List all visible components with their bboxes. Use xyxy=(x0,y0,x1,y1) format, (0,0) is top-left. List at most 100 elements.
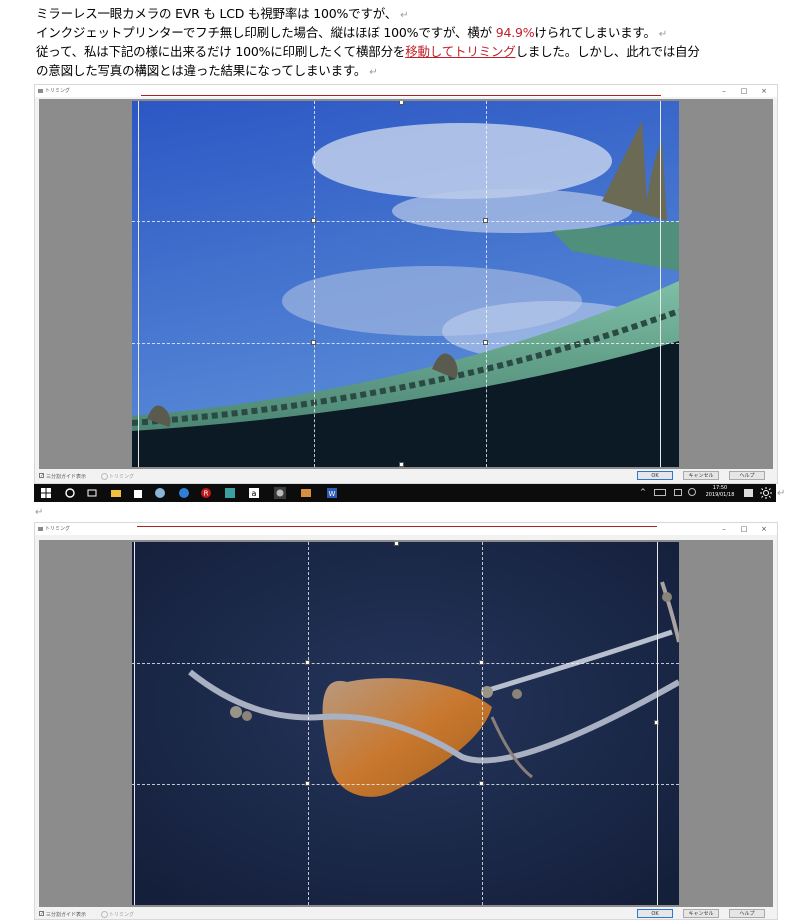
rule-of-thirds-line xyxy=(482,542,483,905)
checkbox-label: 三分割ガイド表示 xyxy=(46,474,87,480)
photo-app-icon[interactable] xyxy=(274,487,286,499)
option-label: トリミング xyxy=(109,912,135,918)
doc-line-4: の意図した写真の構図とは違った結果になってしまいます。 ↵ xyxy=(36,61,378,83)
close-button[interactable]: × xyxy=(755,85,773,97)
doc-text: しました。しかし、此れでは自分 xyxy=(515,44,700,59)
svg-text:W: W xyxy=(329,490,336,498)
windows-start-icon[interactable] xyxy=(40,487,52,499)
crop-handle[interactable] xyxy=(311,340,316,345)
return-mark-icon: ↵ xyxy=(400,10,409,21)
trimming-link[interactable]: 移動してトリミング xyxy=(405,44,516,59)
maximize-button[interactable]: □ xyxy=(735,523,753,535)
crop-frame-left[interactable] xyxy=(134,542,135,905)
rule-of-thirds-line xyxy=(132,784,679,785)
crop-handle[interactable] xyxy=(399,462,404,467)
doc-text: インクジェットプリンターでフチ無し印刷した場合、縦はほぼ 100%ですが、横が xyxy=(36,25,496,40)
trimming-dialog-1: トリミング – □ × ✓ 三分割ガイド表示 トリミング OK キャンセル ヘル… xyxy=(34,84,778,484)
leaf-image xyxy=(132,542,679,905)
temple-roof-photo[interactable] xyxy=(132,101,679,467)
cortana-icon[interactable] xyxy=(64,487,76,499)
red-annotation-line xyxy=(141,95,661,96)
rule-of-thirds-line xyxy=(132,221,679,222)
return-mark-icon: ↵ xyxy=(777,488,786,499)
rule-of-thirds-line xyxy=(486,101,487,467)
clock-date: 2019/01/18 xyxy=(705,492,735,498)
task-view-icon[interactable] xyxy=(86,487,98,499)
notification-icon[interactable] xyxy=(744,489,753,497)
doc-text: の意図した写真の構図とは違った結果になってしまいます。 xyxy=(36,63,367,78)
crop-canvas xyxy=(39,99,773,469)
crop-handle[interactable] xyxy=(305,660,310,665)
cancel-button[interactable]: キャンセル xyxy=(683,471,719,480)
maximize-button[interactable]: □ xyxy=(735,85,753,97)
taskbar-clock[interactable]: 17:50 2019/01/18 xyxy=(702,485,738,499)
dialog-footer: ✓ 三分割ガイド表示 トリミング OK キャンセル ヘルプ xyxy=(35,469,777,483)
crop-handle[interactable] xyxy=(394,542,399,546)
minimize-button[interactable]: – xyxy=(715,85,733,97)
doc-line-3: 従って、私は下記の様に出来るだけ 100%に印刷したくて横部分を移動してトリミン… xyxy=(36,42,700,62)
trimming-radio[interactable] xyxy=(101,911,108,918)
close-button[interactable]: × xyxy=(755,523,773,535)
crop-handle[interactable] xyxy=(311,218,316,223)
amazon-icon[interactable]: a xyxy=(248,487,260,499)
crop-frame-right[interactable] xyxy=(657,542,658,905)
minimize-button[interactable]: – xyxy=(715,523,733,535)
return-mark-icon: ↵ xyxy=(658,29,667,40)
store-icon[interactable] xyxy=(132,487,144,499)
dialog-title: トリミング xyxy=(45,526,71,532)
return-mark-icon: ↵ xyxy=(35,507,44,518)
rule-of-thirds-line xyxy=(314,101,315,467)
crop-handle[interactable] xyxy=(479,660,484,665)
photo-viewer-icon[interactable] xyxy=(300,487,312,499)
word-icon[interactable]: W xyxy=(326,487,338,499)
doc-text: けられてしまいます。 xyxy=(534,25,656,40)
keyboard-icon[interactable] xyxy=(654,489,666,496)
crop-canvas xyxy=(39,540,773,907)
crop-handle[interactable] xyxy=(483,340,488,345)
rule-of-thirds-line xyxy=(132,663,679,664)
doc-text: 従って、私は下記の様に出来るだけ 100%に印刷したくて横部分を xyxy=(36,44,406,59)
sun-icon[interactable] xyxy=(760,487,772,499)
app-icon xyxy=(38,89,43,93)
doc-text: ミラーレス一眼カメラの EVR も LCD も視野率は 100%ですが、 xyxy=(36,6,398,21)
leaf-photo[interactable] xyxy=(132,542,679,905)
chevron-up-icon[interactable]: ^ xyxy=(640,488,646,496)
thirds-guide-checkbox[interactable]: ✓ xyxy=(39,911,44,917)
crop-handle[interactable] xyxy=(399,101,404,105)
dialog-footer: ✓ 三分割ガイド表示 トリミング OK キャンセル ヘルプ xyxy=(35,907,777,921)
windows-taskbar: R a W ^ 17:50 2019/01/18 xyxy=(34,484,776,502)
highlight-percentage: 94.9% xyxy=(495,25,535,40)
ok-button[interactable]: OK xyxy=(637,909,673,918)
crop-handle[interactable] xyxy=(305,781,310,786)
dialog-titlebar: トリミング – □ × xyxy=(35,523,777,535)
app-icon[interactable] xyxy=(224,487,236,499)
chrome-icon[interactable] xyxy=(154,487,166,499)
ok-button[interactable]: OK xyxy=(637,471,673,480)
crop-frame-right[interactable] xyxy=(660,101,661,467)
return-mark-icon: ↵ xyxy=(369,67,378,78)
volume-icon[interactable] xyxy=(688,488,696,496)
rule-of-thirds-line xyxy=(132,343,679,344)
app-icon xyxy=(38,527,43,531)
dialog-title: トリミング xyxy=(45,88,71,94)
crop-handle[interactable] xyxy=(483,218,488,223)
network-icon[interactable] xyxy=(674,489,682,496)
rakuten-icon[interactable]: R xyxy=(200,487,212,499)
help-button[interactable]: ヘルプ xyxy=(729,471,765,480)
file-explorer-icon[interactable] xyxy=(110,487,122,499)
thirds-guide-checkbox[interactable]: ✓ xyxy=(39,473,44,479)
trimming-radio[interactable] xyxy=(101,473,108,480)
cancel-button[interactable]: キャンセル xyxy=(683,909,719,918)
option-label: トリミング xyxy=(109,474,135,480)
rule-of-thirds-line xyxy=(308,542,309,905)
help-button[interactable]: ヘルプ xyxy=(729,909,765,918)
crop-handle[interactable] xyxy=(479,781,484,786)
clock-time: 17:50 xyxy=(712,485,728,491)
temple-roof-image xyxy=(132,101,679,467)
svg-text:R: R xyxy=(204,490,209,498)
trimming-dialog-2: トリミング – □ × ✓ 三分割ガイド表示 トリミング OK キャンセル ヘル… xyxy=(34,522,778,920)
red-annotation-line xyxy=(137,526,657,527)
checkbox-label: 三分割ガイド表示 xyxy=(46,912,87,918)
crop-frame-left[interactable] xyxy=(138,101,139,467)
edge-icon[interactable] xyxy=(178,487,190,499)
